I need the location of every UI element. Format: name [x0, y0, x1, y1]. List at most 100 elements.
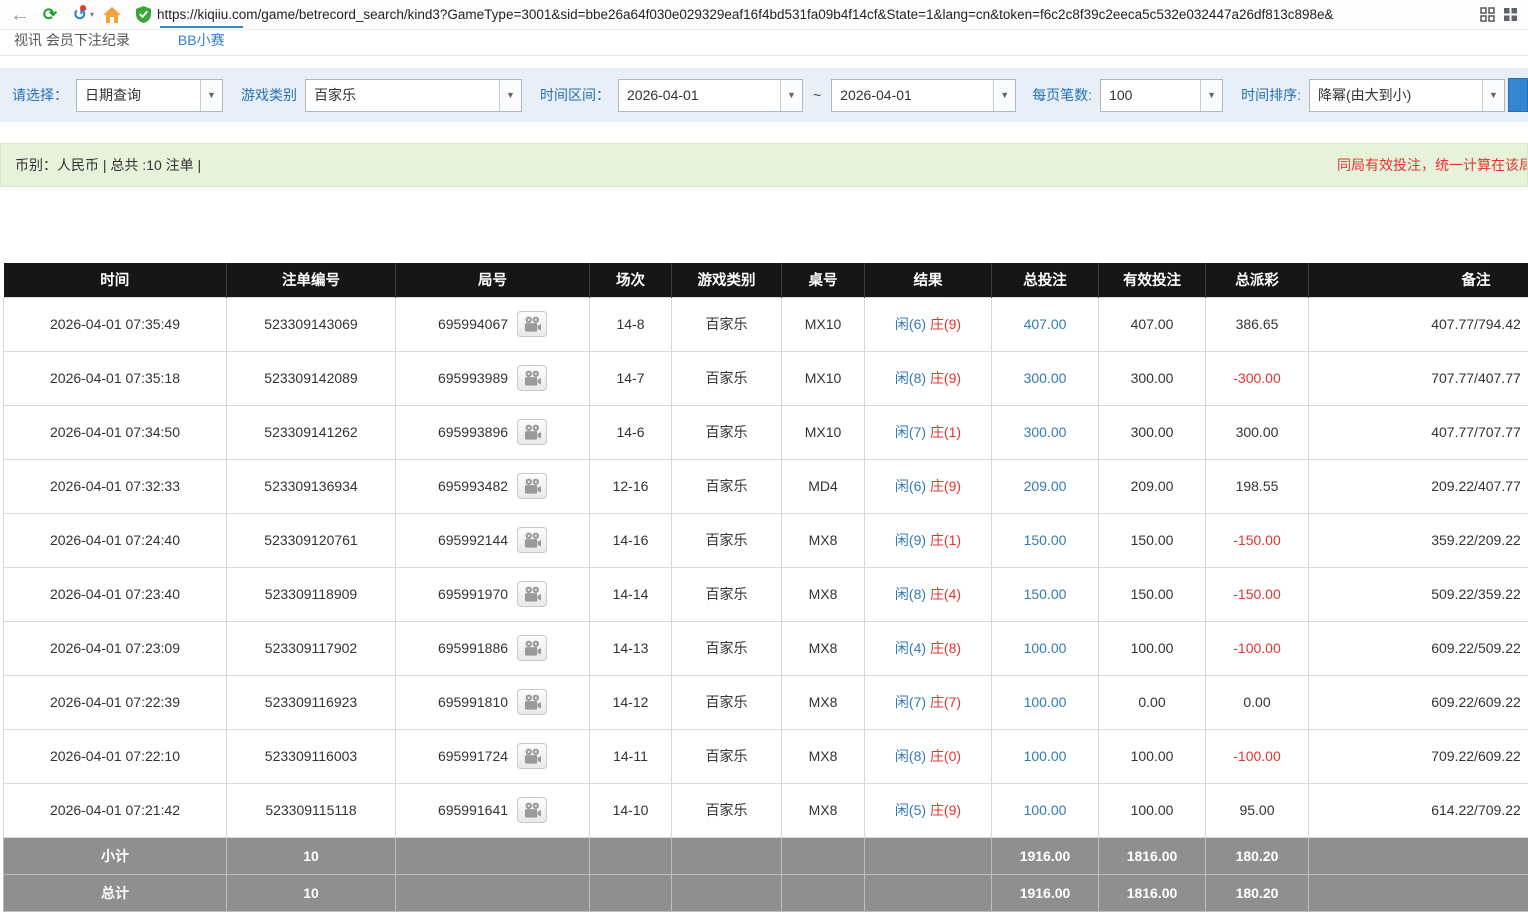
result-banker: 庄(1) — [930, 532, 961, 548]
cell-total-bet: 100.00 — [992, 675, 1099, 729]
video-camera-icon[interactable] — [517, 743, 547, 769]
cell-valid-bet: 209.00 — [1099, 459, 1206, 513]
tab-video-member-bet-record[interactable]: 视讯 会员下注纪录 — [10, 27, 144, 55]
cell-game-type: 百家乐 — [672, 405, 782, 459]
back-icon[interactable]: ← — [8, 3, 32, 27]
video-camera-icon[interactable] — [517, 689, 547, 715]
summary-bar: 币别：人民币 | 总共 :10 注单 | 同局有效投注，统一计算在该局 — [0, 143, 1528, 187]
cell-session: 14-7 — [590, 351, 672, 405]
cell-valid-bet: 100.00 — [1099, 729, 1206, 783]
cell-payout: 386.65 — [1206, 297, 1309, 351]
chevron-down-icon[interactable]: ▼ — [499, 80, 521, 111]
table-row: 2026-04-01 07:34:50523309141262695993896… — [4, 405, 1528, 459]
video-camera-icon[interactable] — [517, 797, 547, 823]
cell-round-number: 695991641 — [396, 783, 590, 837]
video-camera-icon[interactable] — [517, 527, 547, 553]
result-player: 闲(5) — [895, 802, 926, 818]
cell-total-bet: 150.00 — [992, 513, 1099, 567]
column-header: 备注 — [1309, 263, 1528, 297]
footer-row: 小计101916.001816.00180.20 — [4, 837, 1528, 874]
chevron-down-icon[interactable]: ▼ — [993, 80, 1015, 111]
video-camera-icon[interactable] — [517, 581, 547, 607]
total-bet-link[interactable]: 150.00 — [1024, 532, 1067, 548]
cell-payout: -100.00 — [1206, 729, 1309, 783]
cell-bet-number: 523309116003 — [227, 729, 396, 783]
undo-button[interactable]: ↺ ▾ — [68, 3, 94, 27]
cell-valid-bet: 150.00 — [1099, 513, 1206, 567]
video-camera-icon[interactable] — [517, 473, 547, 499]
total-bet-link[interactable]: 300.00 — [1024, 424, 1067, 440]
cell-result: 闲(4) 庄(8) — [865, 621, 992, 675]
cell-game-type: 百家乐 — [672, 567, 782, 621]
result-player: 闲(7) — [895, 424, 926, 440]
footer-cell: 1816.00 — [1099, 837, 1206, 874]
payout-value: 198.55 — [1236, 478, 1279, 494]
tab-bb-game[interactable]: BB小赛 — [160, 26, 243, 55]
table-row: 2026-04-01 07:35:49523309143069695994067… — [4, 297, 1528, 351]
video-camera-icon[interactable] — [517, 419, 547, 445]
cell-total-bet: 100.00 — [992, 729, 1099, 783]
security-shield-icon[interactable] — [136, 6, 151, 23]
cell-table-number: MX10 — [782, 297, 865, 351]
total-bet-link[interactable]: 150.00 — [1024, 586, 1067, 602]
video-camera-icon[interactable] — [517, 635, 547, 661]
chevron-down-icon[interactable]: ▾ — [90, 10, 94, 19]
cell-note: 359.22/209.22 — [1309, 513, 1528, 567]
total-bet-link[interactable]: 407.00 — [1024, 316, 1067, 332]
cell-total-bet: 407.00 — [992, 297, 1099, 351]
footer-label: 总计 — [4, 874, 227, 911]
records-table-body: 2026-04-01 07:35:49523309143069695994067… — [4, 297, 1528, 911]
home-icon[interactable] — [100, 3, 124, 27]
total-bet-link[interactable]: 100.00 — [1024, 640, 1067, 656]
cell-table-number: MX8 — [782, 567, 865, 621]
result-player: 闲(7) — [895, 694, 926, 710]
select-label: 请选择： — [12, 85, 68, 105]
date-from-select[interactable]: 2026-04-01 ▼ — [618, 79, 803, 112]
sort-select[interactable]: 降幂(由大到小) ▼ — [1309, 79, 1505, 112]
footer-cell — [590, 837, 672, 874]
chevron-down-icon[interactable]: ▼ — [200, 80, 222, 111]
footer-cell — [590, 874, 672, 911]
total-bet-link[interactable]: 100.00 — [1024, 748, 1067, 764]
cell-payout: -100.00 — [1206, 621, 1309, 675]
cell-note: 709.22/609.22 — [1309, 729, 1528, 783]
result-player: 闲(8) — [895, 586, 926, 602]
total-bet-link[interactable]: 100.00 — [1024, 694, 1067, 710]
payout-value: -100.00 — [1233, 748, 1280, 764]
chevron-down-icon[interactable]: ▼ — [1482, 80, 1504, 111]
cell-bet-number: 523309143069 — [227, 297, 396, 351]
game-type-select[interactable]: 百家乐 ▼ — [305, 79, 522, 112]
records-table: 时间注单编号局号场次游戏类别桌号结果总投注有效投注总派彩备注 2026-04-0… — [3, 263, 1528, 912]
search-button[interactable] — [1508, 78, 1528, 112]
total-bet-link[interactable]: 300.00 — [1024, 370, 1067, 386]
table-row: 2026-04-01 07:23:09523309117902695991886… — [4, 621, 1528, 675]
cell-round-number: 695994067 — [396, 297, 590, 351]
cell-table-number: MX8 — [782, 675, 865, 729]
result-banker: 庄(9) — [930, 478, 961, 494]
chevron-down-icon[interactable]: ▼ — [1200, 80, 1222, 111]
query-mode-select[interactable]: 日期查询 ▼ — [76, 79, 223, 112]
chevron-down-icon[interactable]: ▼ — [780, 80, 802, 111]
round-number: 695993482 — [438, 478, 508, 494]
date-to-select[interactable]: 2026-04-01 ▼ — [831, 79, 1016, 112]
url-text[interactable]: https://kiqiiu.com/game/betrecord_search… — [157, 7, 1334, 22]
extension-grid-icon[interactable] — [1480, 7, 1495, 22]
cell-total-bet: 300.00 — [992, 351, 1099, 405]
page-size-select[interactable]: 100 ▼ — [1100, 79, 1223, 112]
total-bet-link[interactable]: 209.00 — [1024, 478, 1067, 494]
address-bar[interactable]: https://kiqiiu.com/game/betrecord_search… — [130, 3, 1474, 27]
cell-session: 14-11 — [590, 729, 672, 783]
cell-payout: -300.00 — [1206, 351, 1309, 405]
reload-icon[interactable]: ⟳ — [38, 3, 62, 27]
total-bet-link[interactable]: 100.00 — [1024, 802, 1067, 818]
result-banker: 庄(7) — [930, 694, 961, 710]
column-header: 游戏类别 — [672, 263, 782, 297]
cell-time: 2026-04-01 07:23:09 — [4, 621, 227, 675]
page-tabs: 视讯 会员下注纪录 BB小赛 — [0, 30, 1528, 56]
video-camera-icon[interactable] — [517, 365, 547, 391]
cell-time: 2026-04-01 07:32:33 — [4, 459, 227, 513]
apps-grid-icon[interactable] — [1503, 7, 1518, 22]
video-camera-icon[interactable] — [517, 311, 547, 337]
cell-session: 14-13 — [590, 621, 672, 675]
cell-payout: 0.00 — [1206, 675, 1309, 729]
